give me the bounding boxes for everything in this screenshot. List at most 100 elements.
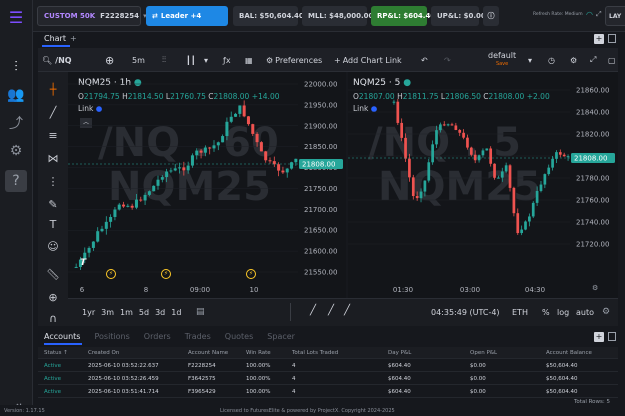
chart-type-icon[interactable]: ⫶⫶ [162, 52, 166, 68]
line-tool-icon[interactable]: ╱ [310, 305, 316, 316]
add-widget-icon[interactable]: + [594, 34, 604, 44]
magnet-icon[interactable]: ∩ [45, 310, 61, 326]
settings-icon[interactable]: ⚙ [602, 307, 610, 317]
calendar-icon[interactable]: ▤ [196, 307, 205, 317]
interval-select[interactable]: 5m [132, 52, 145, 68]
chart-bottom-bar: 1yr 3m 1m 5d 3d 1d ▤ ╱ ╱ ╱ 04:35:49 (UTC-4) E… [68, 298, 618, 326]
chart-pane-1h[interactable]: /NQ . 60 NQM25 NQM25 · 1h ● O21794.75 H2… [68, 72, 346, 298]
analytics-icon[interactable]: ⤴ [5, 112, 27, 134]
candle-body [281, 170, 285, 173]
table-row[interactable]: Active 2025-06-10 03:51:41.714 F3965429 100… [38, 386, 618, 398]
alert-clock-icon[interactable]: ◷ [548, 52, 555, 68]
account-selector[interactable]: CUSTOM 50K F2228254 ▾ [37, 6, 147, 26]
range-3m[interactable]: 3m [101, 308, 114, 317]
candle-body [450, 124, 454, 126]
add-tab-icon[interactable]: + [70, 34, 77, 43]
templates-icon[interactable]: ▦ [245, 52, 253, 68]
account-id: F2228254 [100, 12, 140, 20]
tab-accounts[interactable]: Accounts [44, 332, 80, 341]
session-toggle[interactable]: ETH [512, 308, 528, 317]
tab-quotes[interactable]: Quotes [225, 332, 254, 341]
undo-icon[interactable]: ↶ [421, 52, 428, 68]
candle-body [562, 154, 566, 157]
add-chart-link-button[interactable]: + Add Chart Link [334, 52, 402, 68]
zoom-icon[interactable]: ⊕ [45, 289, 61, 305]
layout-button[interactable]: LAY [605, 6, 625, 26]
help-icon[interactable]: ? [5, 170, 27, 192]
tab-orders[interactable]: Orders [144, 332, 171, 341]
ray-tool-icon[interactable]: ╱ [328, 305, 334, 316]
candle-body [469, 147, 473, 155]
column-header[interactable]: Account Name [188, 350, 228, 356]
extended-line-icon[interactable]: ╱ [344, 305, 350, 316]
chevron-down-icon[interactable]: ▾ [204, 52, 208, 68]
column-header[interactable]: Day P&L [388, 350, 411, 356]
indicators-icon[interactable]: ƒx [223, 52, 231, 68]
snapshot-icon[interactable]: ▢ [608, 52, 616, 68]
table-cell: $604.40 [388, 389, 411, 395]
table-cell: 4 [292, 363, 296, 369]
candle-body [264, 151, 268, 161]
candle-body [427, 162, 431, 181]
column-header[interactable]: Win Rate [246, 350, 271, 356]
range-3d[interactable]: 3d [155, 308, 165, 317]
candle-style-icon[interactable]: ┃┃ [186, 52, 196, 68]
brush-icon[interactable]: ✎ [45, 196, 61, 212]
tab-underline [42, 45, 70, 47]
community-icon[interactable]: 👥 [5, 84, 27, 106]
add-widget-icon[interactable]: + [594, 332, 604, 342]
pattern-icon[interactable]: ⋈ [45, 150, 61, 166]
redo-icon[interactable]: ↷ [444, 52, 451, 68]
leader-button[interactable]: ⇄ Leader +4 [146, 6, 228, 26]
preferences-button[interactable]: ⚙ Preferences [266, 52, 322, 68]
column-header[interactable]: Created On [88, 350, 119, 356]
chart-pane-5m[interactable]: /NQ . 5 NQM25 NQM25 · 5 ● O21807.00 H218… [348, 72, 618, 298]
chevron-down-icon[interactable]: ▾ [528, 52, 532, 68]
tab-positions[interactable]: Positions [94, 332, 129, 341]
table-cell: $604.40 [388, 363, 411, 369]
settings-icon[interactable]: ⚙ [570, 52, 577, 68]
info-icon[interactable]: ⓘ [483, 6, 499, 26]
candle-body [423, 180, 427, 192]
maximize-icon[interactable] [608, 332, 616, 341]
event-icon[interactable]: ⚡ [246, 269, 256, 279]
column-header[interactable]: Open P&L [470, 350, 497, 356]
range-5d[interactable]: 5d [139, 308, 149, 317]
column-header[interactable]: Status ↑ [44, 350, 68, 356]
log-toggle[interactable]: log [557, 308, 569, 317]
candle-body [268, 160, 272, 162]
fullscreen-icon[interactable]: ⤢ [596, 10, 602, 19]
table-row[interactable]: Active 2025-06-10 03:52:22.637 F2228254 100… [38, 360, 618, 372]
symbol-search[interactable]: 🔍︎/NQ [42, 52, 72, 68]
range-1yr[interactable]: 1yr [82, 308, 95, 317]
range-1m[interactable]: 1m [120, 308, 133, 317]
tab-chart[interactable]: Chart [44, 34, 66, 43]
settings-icon[interactable]: ⚙ [592, 284, 598, 292]
event-icon[interactable]: ⚡ [106, 269, 116, 279]
tab-spacer[interactable]: Spacer [267, 332, 295, 341]
tab-trades[interactable]: Trades [185, 332, 211, 341]
ruler-icon[interactable]: 📏︎ [45, 266, 61, 282]
column-header[interactable]: Account Balance [546, 350, 592, 356]
compare-icon[interactable]: ⊕ [105, 52, 114, 68]
chart-nav-icon[interactable]: ⫶ [5, 56, 27, 78]
fullscreen-icon[interactable]: ⤢ [590, 52, 596, 68]
layout-save[interactable]: default Save [488, 52, 516, 68]
candle-body [566, 156, 570, 158]
table-row[interactable]: Active 2025-06-10 03:52:26.459 F3642575 100… [38, 373, 618, 385]
trend-line-icon[interactable]: ╱ [45, 104, 61, 120]
event-icon[interactable]: ⚡ [161, 269, 171, 279]
column-header[interactable]: Total Lots Traded [292, 350, 338, 356]
percent-toggle[interactable]: % [542, 308, 550, 317]
table-cell: $604.40 [388, 376, 411, 382]
range-1d[interactable]: 1d [171, 308, 181, 317]
settings-icon[interactable]: ⚙ [5, 140, 27, 162]
chart-toolbar: 🔍︎/NQ ⊕ 5m ⫶⫶ ┃┃ ▾ ƒx ▦ ⚙ Preferences + Ad… [38, 48, 618, 72]
maximize-icon[interactable] [608, 34, 616, 43]
emoji-icon[interactable]: ☺ [45, 238, 61, 254]
fib-icon[interactable]: ≡ [45, 127, 61, 143]
auto-toggle[interactable]: auto [576, 308, 594, 317]
crosshair-icon[interactable]: ┼ [45, 81, 61, 97]
text-icon[interactable]: T [45, 216, 61, 232]
position-icon[interactable]: ⋮ [45, 173, 61, 189]
